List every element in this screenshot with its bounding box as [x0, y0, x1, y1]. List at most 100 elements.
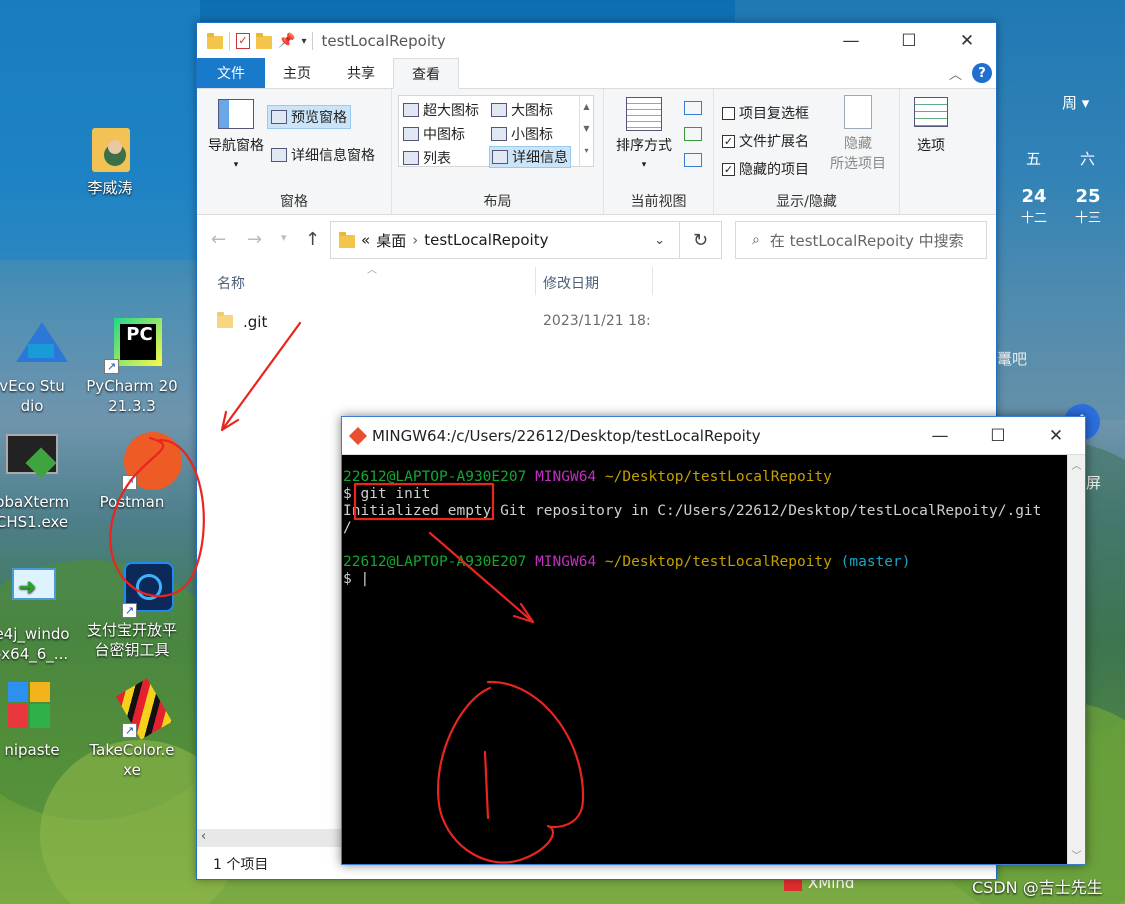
group-label: 布局: [483, 194, 512, 210]
group-current-view: 排序方式 ▾ 当前视图: [604, 89, 714, 215]
breadcrumb-overflow[interactable]: «: [361, 231, 370, 249]
item-count: 1 个项目: [213, 857, 269, 873]
nav-up-button[interactable]: ↑: [305, 229, 320, 250]
refresh-button[interactable]: ↻: [680, 221, 722, 259]
details-pane-button[interactable]: 详细信息窗格: [271, 145, 375, 165]
scroll-up-icon[interactable]: ︿: [1068, 457, 1085, 472]
group-options: 选项: [900, 89, 960, 215]
search-input[interactable]: ⌕ 在 testLocalRepoity 中搜索: [735, 221, 987, 259]
layout-xl-icons[interactable]: 超大图标: [403, 100, 479, 120]
close-button[interactable]: ✕: [1027, 417, 1085, 455]
column-modified[interactable]: 修改日期: [543, 273, 599, 293]
checkbox-checked: ✓: [722, 134, 735, 148]
table-row[interactable]: .git 2023/11/21 18:: [217, 312, 657, 335]
deveco-studio-icon: [4, 316, 68, 372]
terminal-output[interactable]: 22612@LAPTOP-A930E207 MINGW64 ~/Desktop/…: [342, 455, 1067, 864]
output-line: Initialized empty Git repository in C:/U…: [343, 503, 1042, 519]
gallery-scroll[interactable]: ▲ ▼ ▾: [579, 96, 593, 166]
tab-home[interactable]: 主页: [265, 58, 329, 88]
file-modified: 2023/11/21 18:: [543, 313, 651, 329]
chevron-down-icon[interactable]: ⌄: [654, 233, 665, 248]
nav-forward-button[interactable]: →: [247, 229, 262, 250]
desktop-icon-snipaste[interactable]: nipaste: [0, 680, 80, 760]
horizontal-scrollbar[interactable]: ‹: [197, 829, 343, 847]
terminal-titlebar: MINGW64:/c/Users/22612/Desktop/testLocal…: [342, 417, 1085, 455]
group-label: 显示/隐藏: [776, 194, 837, 210]
alipay-key-tool-icon: ↗: [104, 560, 174, 618]
shortcut-arrow-icon: ↗: [122, 723, 137, 738]
calendar-date-24[interactable]: 24 十二: [1018, 186, 1050, 226]
layout-list[interactable]: 列表: [403, 148, 451, 168]
desktop-icon-takecolor[interactable]: ↗ TakeColor.e xe: [84, 678, 180, 780]
prompt-system: MINGW64: [535, 554, 597, 570]
prompt-system: MINGW64: [535, 469, 597, 485]
desktop-icon-mobaxterm[interactable]: bbaXterm CHS1.exe: [0, 432, 80, 532]
terminal-window: MINGW64:/c/Users/22612/Desktop/testLocal…: [341, 416, 1086, 865]
calendar-date-25[interactable]: 25 十三: [1072, 186, 1104, 226]
collapse-ribbon-icon[interactable]: ︿: [949, 64, 962, 83]
column-headers: ︿ 名称 修改日期: [197, 265, 996, 301]
close-button[interactable]: ✕: [938, 23, 996, 59]
add-columns-icon[interactable]: [684, 127, 702, 141]
desktop-icon-deveco[interactable]: vEco Stu dio: [0, 316, 80, 416]
vertical-scrollbar[interactable]: ︿ ﹀: [1067, 455, 1085, 864]
new-folder-icon[interactable]: [256, 32, 272, 49]
postman-icon: ↗: [104, 432, 182, 490]
git-bash-icon: [348, 426, 368, 445]
xl-icons-icon: [403, 103, 419, 117]
tab-file[interactable]: 文件: [197, 58, 265, 88]
desktop-icon-pycharm[interactable]: PC ↗ PyCharm 20 21.3.3: [84, 316, 180, 416]
desktop-icon-label: bbaXterm CHS1.exe: [0, 493, 70, 531]
minimize-button[interactable]: —: [911, 417, 969, 455]
layout-small-icons[interactable]: 小图标: [491, 124, 553, 144]
hidden-items-toggle[interactable]: ✓ 隐藏的项目: [722, 159, 809, 179]
layout-large-icons[interactable]: 大图标: [491, 100, 553, 120]
nav-pane-icon: [218, 99, 254, 129]
desktop-icon-installer[interactable]: ➜ e4j_windo -x64_6_...: [0, 564, 80, 664]
explorer-titlebar: ✓ 📌 ▾ testLocalRepoity — ☐ ✕: [197, 23, 996, 59]
customize-qat-icon[interactable]: ▾: [301, 36, 306, 47]
maximize-button[interactable]: ☐: [880, 23, 938, 59]
cursor-line: $ |: [343, 571, 370, 587]
folder-icon: [339, 231, 355, 248]
search-icon: ⌕: [752, 232, 760, 248]
nav-back-button[interactable]: ←: [211, 229, 226, 250]
preview-pane-button[interactable]: 预览窗格: [267, 105, 351, 129]
group-label: 当前视图: [630, 194, 687, 210]
file-extensions-toggle[interactable]: ✓ 文件扩展名: [722, 131, 809, 151]
medium-icons-icon: [403, 127, 419, 141]
minimize-button[interactable]: —: [822, 23, 880, 59]
size-columns-icon[interactable]: [684, 153, 702, 167]
snipaste-icon: [4, 680, 60, 736]
pin-icon[interactable]: 📌: [278, 33, 295, 49]
breadcrumb-separator[interactable]: ›: [412, 231, 418, 249]
hide-selected-button[interactable]: 隐藏 所选项目: [826, 95, 890, 173]
pycharm-icon: PC ↗: [104, 316, 162, 374]
breadcrumb-desktop[interactable]: 桌面: [376, 230, 406, 251]
command-line: $ git init: [343, 486, 431, 502]
group-by-icon[interactable]: [684, 101, 702, 115]
group-show-hide: 项目复选框 ✓ 文件扩展名 ✓ 隐藏的项目 隐藏 所选项目 显示/隐藏: [714, 89, 900, 215]
recent-locations-button[interactable]: ▾: [281, 231, 287, 244]
options-button[interactable]: 选项: [906, 97, 956, 155]
prompt-user: 22612@LAPTOP-A930E207: [343, 469, 527, 485]
layout-medium-icons[interactable]: 中图标: [403, 124, 465, 144]
sort-by-button[interactable]: 排序方式 ▾: [612, 97, 676, 171]
help-icon[interactable]: ?: [972, 63, 992, 83]
prompt-path: ~/Desktop/testLocalRepoity: [604, 469, 832, 485]
properties-icon[interactable]: ✓: [236, 33, 250, 49]
desktop-icon-label: vEco Stu dio: [0, 377, 65, 415]
maximize-button[interactable]: ☐: [969, 417, 1027, 455]
item-checkboxes-toggle[interactable]: 项目复选框: [722, 103, 809, 123]
desktop-icon-user[interactable]: 李威涛: [62, 126, 158, 198]
nav-pane-button[interactable]: 导航窗格 ▾: [203, 99, 269, 171]
tab-share[interactable]: 共享: [329, 58, 393, 88]
tab-view[interactable]: 查看: [393, 58, 459, 89]
desktop-icon-postman[interactable]: ↗ Postman: [84, 432, 182, 512]
layout-details[interactable]: 详细信息: [489, 146, 571, 168]
address-bar[interactable]: « 桌面 › testLocalRepoity ⌄: [330, 221, 680, 259]
column-name[interactable]: 名称: [217, 273, 245, 293]
breadcrumb-current[interactable]: testLocalRepoity: [424, 231, 548, 249]
scroll-down-icon[interactable]: ﹀: [1068, 847, 1085, 862]
desktop-icon-alipay-tool[interactable]: ↗ 支付宝开放平 台密钥工具: [84, 560, 180, 660]
